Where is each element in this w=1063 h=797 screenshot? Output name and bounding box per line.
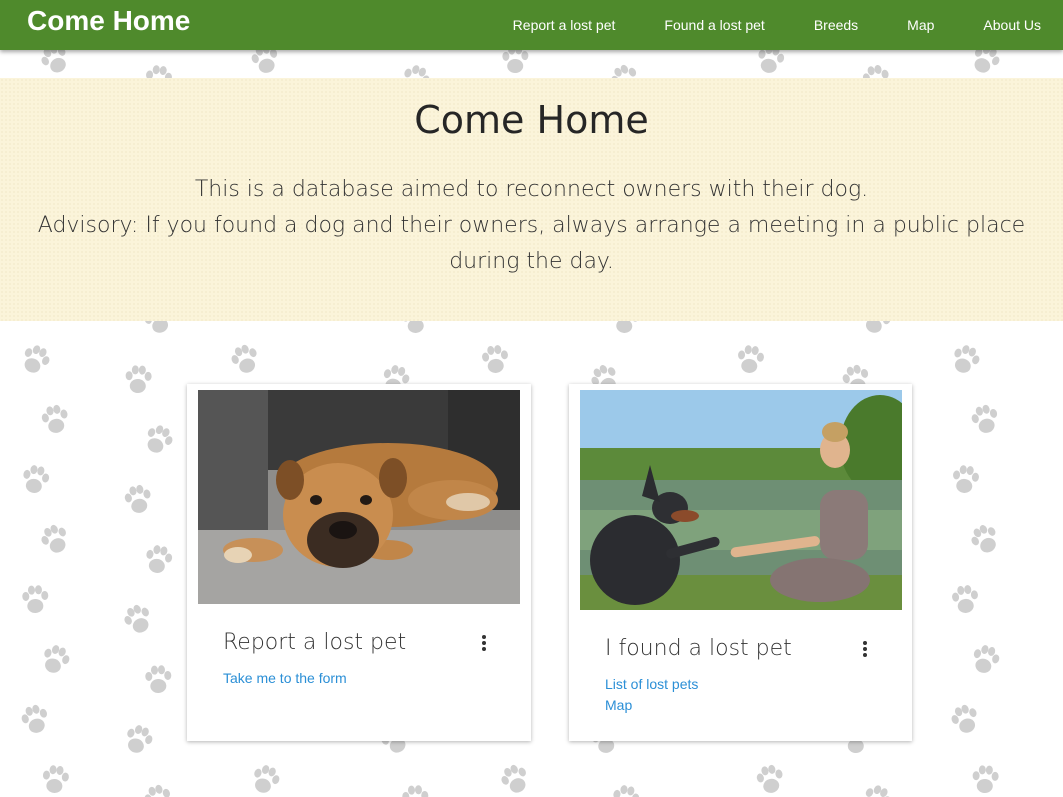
paw-print-icon <box>948 701 983 737</box>
paw-print-icon <box>948 341 983 377</box>
paw-print-icon <box>972 765 999 794</box>
paw-print-icon <box>754 763 786 796</box>
map-link[interactable]: Map <box>605 697 632 713</box>
paw-print-icon <box>401 784 430 797</box>
paw-print-icon <box>41 764 70 795</box>
paw-print-icon <box>228 341 263 377</box>
nav-about-us[interactable]: About Us <box>956 17 1063 33</box>
more-vertical-icon[interactable] <box>481 635 487 655</box>
paw-print-icon <box>497 761 533 797</box>
paw-print-icon <box>20 463 52 496</box>
paw-print-icon <box>951 464 981 495</box>
nav-report-lost-pet[interactable]: Report a lost pet <box>486 17 638 33</box>
bulldog-lying-photo <box>198 390 520 604</box>
paw-print-icon <box>120 601 156 638</box>
paw-print-icon <box>143 543 175 576</box>
card-title: Report a lost pet <box>223 630 407 655</box>
paw-print-icon <box>610 783 642 797</box>
paw-print-icon <box>21 584 50 614</box>
paw-print-icon <box>248 762 283 797</box>
hero-description-line: This is a database aimed to reconnect ow… <box>194 177 869 202</box>
hero-title: Come Home <box>414 98 649 142</box>
hero-description: This is a database aimed to reconnect ow… <box>0 172 1063 280</box>
paw-print-icon <box>859 781 895 797</box>
nav-map[interactable]: Map <box>880 17 956 33</box>
paw-print-icon <box>141 421 177 458</box>
paw-print-icon <box>480 343 510 375</box>
card-title: I found a lost pet <box>605 636 792 661</box>
paw-print-icon <box>950 583 980 615</box>
take-me-to-form-link[interactable]: Take me to the form <box>223 670 347 686</box>
paw-print-icon <box>125 365 152 394</box>
paw-print-icon <box>968 402 1002 436</box>
report-lost-pet-card: Report a lost pet Take me to the form <box>187 384 531 741</box>
brand-logo-link[interactable]: Come Home <box>27 5 190 37</box>
nav-links: Report a lost pet Found a lost pet Breed… <box>486 0 1063 50</box>
woman-doberman-handshake-photo <box>580 390 902 610</box>
paw-print-icon <box>18 702 52 737</box>
paw-print-icon <box>39 403 71 436</box>
paw-print-icon <box>38 642 73 677</box>
paw-print-icon <box>969 642 1002 677</box>
paw-print-icon <box>121 722 156 757</box>
paw-print-icon <box>966 520 1004 558</box>
paw-print-icon <box>18 341 54 378</box>
top-navbar: Come Home Report a lost pet Found a lost… <box>0 0 1063 50</box>
hero-banner: Come Home This is a database aimed to re… <box>0 78 1063 321</box>
paw-print-icon <box>37 521 73 558</box>
more-vertical-icon[interactable] <box>862 641 868 661</box>
paw-print-icon <box>141 782 175 797</box>
paw-print-icon <box>122 483 154 516</box>
nav-breeds[interactable]: Breeds <box>787 17 880 33</box>
found-lost-pet-card: I found a lost pet List of lost pets Map <box>569 384 912 741</box>
paw-print-icon <box>736 344 766 375</box>
paw-print-icon <box>144 664 173 694</box>
nav-found-lost-pet[interactable]: Found a lost pet <box>637 17 786 33</box>
list-of-lost-pets-link[interactable]: List of lost pets <box>605 676 698 692</box>
hero-advisory: Advisory: If you found a dog and their o… <box>37 213 1026 274</box>
